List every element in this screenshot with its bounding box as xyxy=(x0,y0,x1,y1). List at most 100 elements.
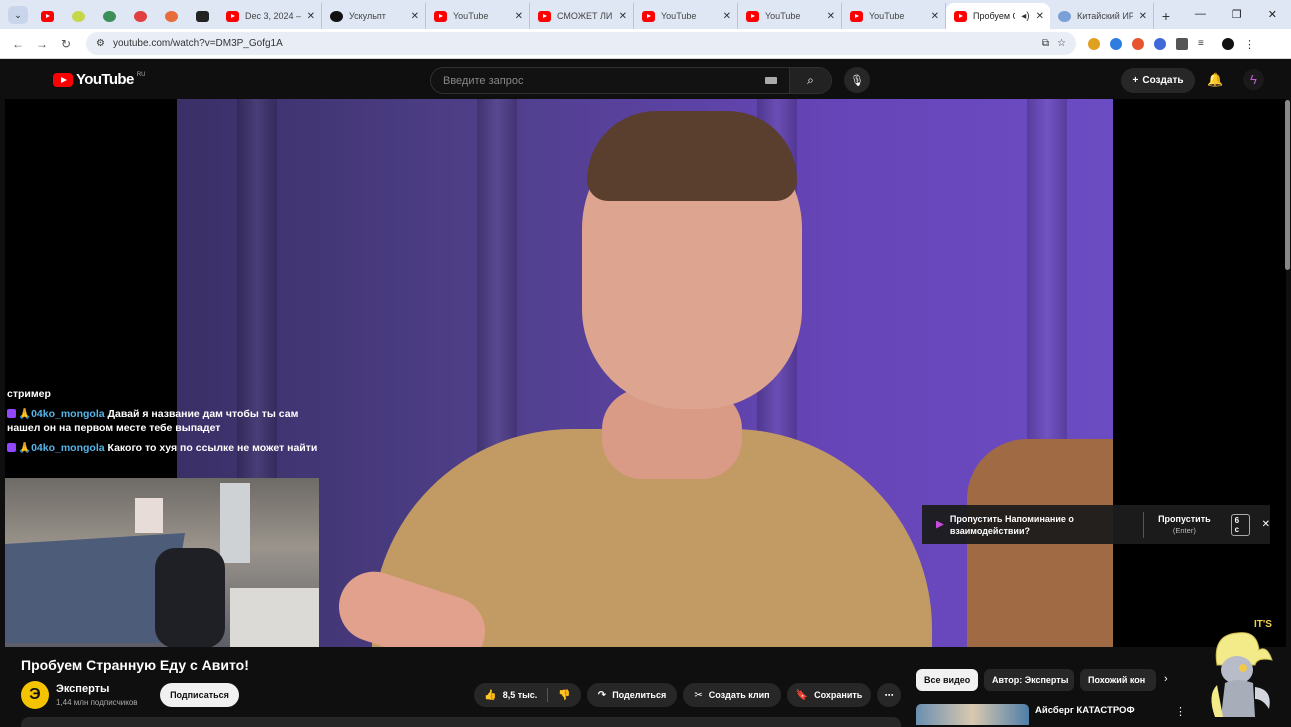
chat-message: 🙏04ko_mongola Какого то хуя по ссылке не… xyxy=(7,441,319,455)
extensions-area: ≡ ⋮ xyxy=(1088,37,1255,51)
site-info-icon[interactable]: ⚙ xyxy=(96,38,105,49)
prayer-emote-icon: 🙏 xyxy=(18,442,32,454)
pinned-tab-youtube[interactable] xyxy=(32,3,63,29)
reload-icon[interactable]: ↻ xyxy=(54,37,78,51)
tab-title: YouTube xyxy=(453,11,489,21)
more-vertical-icon[interactable]: ⋮ xyxy=(1175,705,1186,718)
extension-icon[interactable] xyxy=(1110,37,1122,50)
search-button[interactable]: ⌕ xyxy=(789,68,831,93)
browser-tab[interactable]: СМОЖЕТ ЛИ … ✕ xyxy=(530,3,634,29)
skip-button[interactable]: Пропустить (Enter) xyxy=(1158,514,1211,536)
close-icon[interactable]: ✕ xyxy=(1262,519,1270,530)
divider xyxy=(1143,511,1145,538)
pinned-tab-3[interactable] xyxy=(94,3,125,29)
search-box[interactable]: Введите запрос ⌕ xyxy=(430,67,832,94)
chip-all-videos[interactable]: Все видео xyxy=(916,669,978,691)
browser-tab[interactable]: YouTube ✕ xyxy=(738,3,842,29)
close-icon[interactable]: ✕ xyxy=(827,11,835,22)
chip-similar[interactable]: Похожий кон xyxy=(1080,669,1156,691)
keyboard-icon[interactable] xyxy=(765,77,777,84)
back-arrow-icon[interactable]: ← xyxy=(6,37,30,51)
save-button[interactable]: 🔖 Сохранить xyxy=(787,683,871,707)
extension-icon[interactable] xyxy=(1154,37,1166,50)
browser-tab[interactable]: YouTube ✕ xyxy=(426,3,530,29)
share-button[interactable]: ↷ Поделиться xyxy=(587,683,677,707)
thumbs-down-icon[interactable]: 👎 xyxy=(558,690,570,701)
bookmark-star-icon[interactable]: ☆ xyxy=(1057,38,1066,49)
close-icon[interactable]: ✕ xyxy=(411,11,419,22)
thumbs-up-icon[interactable]: 👍 xyxy=(484,690,496,701)
like-dislike-group: 👍 8,5 тыс. 👎 xyxy=(474,683,581,707)
extension-icon[interactable] xyxy=(1132,37,1144,50)
new-tab-button[interactable]: + xyxy=(1154,8,1178,24)
close-icon[interactable]: ✕ xyxy=(1036,11,1044,22)
profile-avatar-icon[interactable] xyxy=(1222,37,1234,50)
chevron-right-icon[interactable]: › xyxy=(1164,673,1168,685)
close-icon[interactable]: ✕ xyxy=(931,11,939,22)
prayer-emote-icon: 🙏 xyxy=(18,408,32,420)
address-bar[interactable]: ⚙ youtube.com/watch?v=DM3P_Gofg1A ⧉ ☆ xyxy=(86,32,1076,55)
minimize-icon[interactable]: — xyxy=(1195,8,1206,21)
pinned-tab-6[interactable] xyxy=(187,3,218,29)
pinned-tab-5[interactable] xyxy=(156,3,187,29)
restore-icon[interactable]: ❐ xyxy=(1232,8,1242,21)
account-avatar[interactable]: ϟ xyxy=(1243,69,1264,90)
recommendation-title[interactable]: Айсберг КАТАСТРОФ xyxy=(1035,705,1135,716)
create-clip-button[interactable]: ✂ Создать клип xyxy=(683,683,781,707)
channel-avatar[interactable]: Э xyxy=(21,681,49,709)
plus-icon: + xyxy=(1132,75,1139,86)
subscriber-count: 1,44 млн подписчиков xyxy=(56,698,138,707)
browser-menu-icon[interactable]: ⋮ xyxy=(1244,38,1255,51)
bookmark-icon: 🔖 xyxy=(795,689,809,701)
webcam-gaming-chair xyxy=(155,548,225,647)
recommendation-thumbnail[interactable] xyxy=(916,704,1029,725)
more-actions-button[interactable]: ⋯ xyxy=(877,683,901,707)
close-icon[interactable]: ✕ xyxy=(515,11,523,22)
search-icon: ⌕ xyxy=(807,73,814,87)
extensions-puzzle-icon[interactable] xyxy=(1176,37,1188,50)
microphone-icon: 🎙 xyxy=(850,74,864,87)
create-button[interactable]: + Создать xyxy=(1121,68,1195,93)
description-box[interactable] xyxy=(21,717,901,727)
browser-tab[interactable]: Ускульпт ✕ xyxy=(322,3,426,29)
close-icon[interactable]: ✕ xyxy=(1139,11,1147,22)
app-favicon-icon xyxy=(134,10,147,22)
scissors-icon: ✂ xyxy=(694,689,703,701)
forward-arrow-icon[interactable]: → xyxy=(30,37,54,51)
close-icon[interactable]: ✕ xyxy=(307,11,315,22)
browser-tab-active[interactable]: Пробуем С ◂) ✕ xyxy=(946,3,1050,29)
extension-icon[interactable] xyxy=(1088,37,1100,50)
share-label: Поделиться xyxy=(612,690,667,700)
install-app-icon[interactable]: ⧉ xyxy=(1042,38,1049,49)
page-scrollbar-thumb[interactable] xyxy=(1285,100,1290,270)
play-icon xyxy=(936,520,944,529)
youtube-logo[interactable]: YouTube RU xyxy=(53,71,145,88)
close-window-icon[interactable]: ✕ xyxy=(1268,8,1277,21)
reading-list-icon[interactable]: ≡ xyxy=(1198,38,1212,50)
voice-search-button[interactable]: 🎙 xyxy=(844,67,870,93)
youtube-favicon-icon xyxy=(41,10,54,22)
browser-tab[interactable]: YouTube ✕ xyxy=(634,3,738,29)
close-icon[interactable]: ✕ xyxy=(723,11,731,22)
notifications-bell-icon[interactable]: 🔔 xyxy=(1207,72,1223,88)
browser-tab[interactable]: Dec 3, 2024 – … ✕ xyxy=(218,3,322,29)
browser-tab-strip: ⌄ Dec 3, 2024 – … ✕ Ускульпт ✕ YouTube ✕ СМ… xyxy=(0,0,1291,29)
channel-name[interactable]: Эксперты xyxy=(56,683,109,695)
chip-author[interactable]: Автор: Эксперты xyxy=(984,669,1074,691)
video-player[interactable]: стример 🙏04ko_mongola Давай я название д… xyxy=(5,99,1286,647)
search-input[interactable]: Введите запрос xyxy=(431,75,765,87)
pinned-tab-4[interactable] xyxy=(125,3,156,29)
audio-icon[interactable]: ◂) xyxy=(1021,11,1029,22)
pinned-tab-2[interactable] xyxy=(63,3,94,29)
subscribe-button[interactable]: Подписаться xyxy=(160,683,239,707)
close-icon[interactable]: ✕ xyxy=(619,11,627,22)
browser-tab[interactable]: YouTube ✕ xyxy=(842,3,946,29)
app-favicon-icon xyxy=(72,10,85,22)
browser-tab[interactable]: Китайский ИРО… ✕ xyxy=(1050,3,1154,29)
url-text[interactable]: youtube.com/watch?v=DM3P_Gofg1A xyxy=(113,38,1034,49)
twitch-badge-icon xyxy=(7,443,16,452)
like-count[interactable]: 8,5 тыс. xyxy=(503,690,538,700)
video-title: Пробуем Странную Еду с Авито! xyxy=(21,657,249,673)
tab-search-button[interactable]: ⌄ xyxy=(8,6,28,24)
chat-username: 04ko_mongola xyxy=(31,408,105,420)
